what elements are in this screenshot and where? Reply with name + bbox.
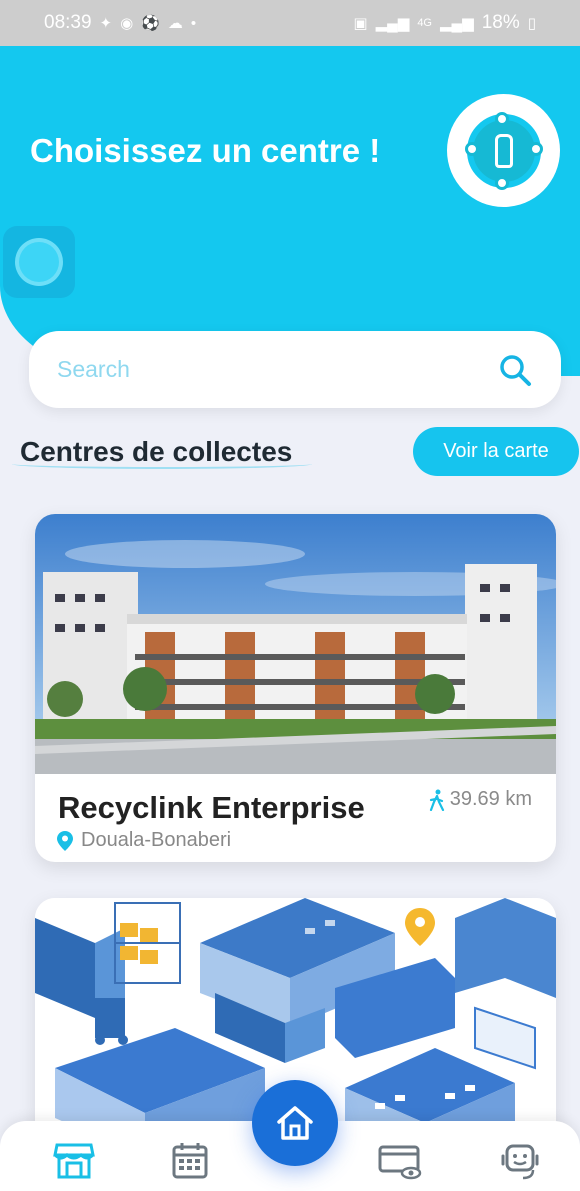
search-icon[interactable] [497,352,533,388]
status-time: 08:39 [44,12,92,33]
view-map-button[interactable]: Voir la carte [413,427,579,476]
section-title: Centres de collectes [20,436,293,467]
recycle-logo-icon [464,111,543,190]
twitter-icon: ✦ [99,15,113,32]
status-bar: 08:39 ✦ ◉ ⚽ ☁ • ▣ ▂▄▆ 4G ▂▄▆ 18% ▯ [0,0,580,46]
nav-support[interactable] [494,1135,546,1187]
location-text: Douala-Bonaberi [81,829,232,851]
app-logo [447,94,560,207]
logo-dot [464,141,479,156]
battery-icon: ▯ [527,15,536,32]
center-name: Recyclink Enterprise [58,790,365,825]
lock-icon: ▣ [353,15,368,32]
logo-dot [528,141,543,156]
support-icon [501,1144,539,1180]
football-icon: ⚽ [141,15,160,32]
network-type-label: 4G [417,17,432,29]
dot-icon: • [190,14,197,32]
status-right: ▣ ▂▄▆ 4G ▂▄▆ 18% ▯ [353,12,536,34]
messenger-icon: ◉ [120,15,134,32]
store-icon [53,1143,95,1179]
location-pin-icon [57,830,73,851]
center-distance: 39.69 km [428,788,532,811]
signal-2-icon: ▂▄▆ [440,15,474,32]
assistive-touch-button[interactable] [3,226,75,298]
walking-icon [429,789,444,811]
center-location: Douala-Bonaberi [57,829,231,852]
card-eye-icon [378,1145,422,1180]
signal-icon: ▂▄▆ [375,15,410,32]
home-icon [277,1106,313,1140]
center-photo [35,514,556,774]
search-bar [29,331,561,408]
logo-dot [494,175,509,190]
header-banner: Choisissez un centre ! [0,46,580,376]
nav-payments[interactable] [374,1135,426,1187]
nav-calendar[interactable] [164,1135,216,1187]
assistive-touch-icon [15,238,63,286]
battery-percent: 18% [481,12,520,33]
logo-dot [494,111,509,126]
center-card[interactable]: Recyclink Enterprise 39.69 km Douala-Bon… [35,514,556,862]
home-button[interactable] [252,1080,338,1166]
bottle-icon [494,133,513,168]
status-left: 08:39 ✦ ◉ ⚽ ☁ • [44,12,196,34]
calendar-icon [172,1143,208,1179]
page-title: Choisissez un centre ! [30,132,381,169]
distance-value: 39.69 km [449,788,532,810]
search-input[interactable] [57,356,497,383]
nav-centers[interactable] [48,1135,100,1187]
cloud-icon: ☁ [167,15,183,32]
